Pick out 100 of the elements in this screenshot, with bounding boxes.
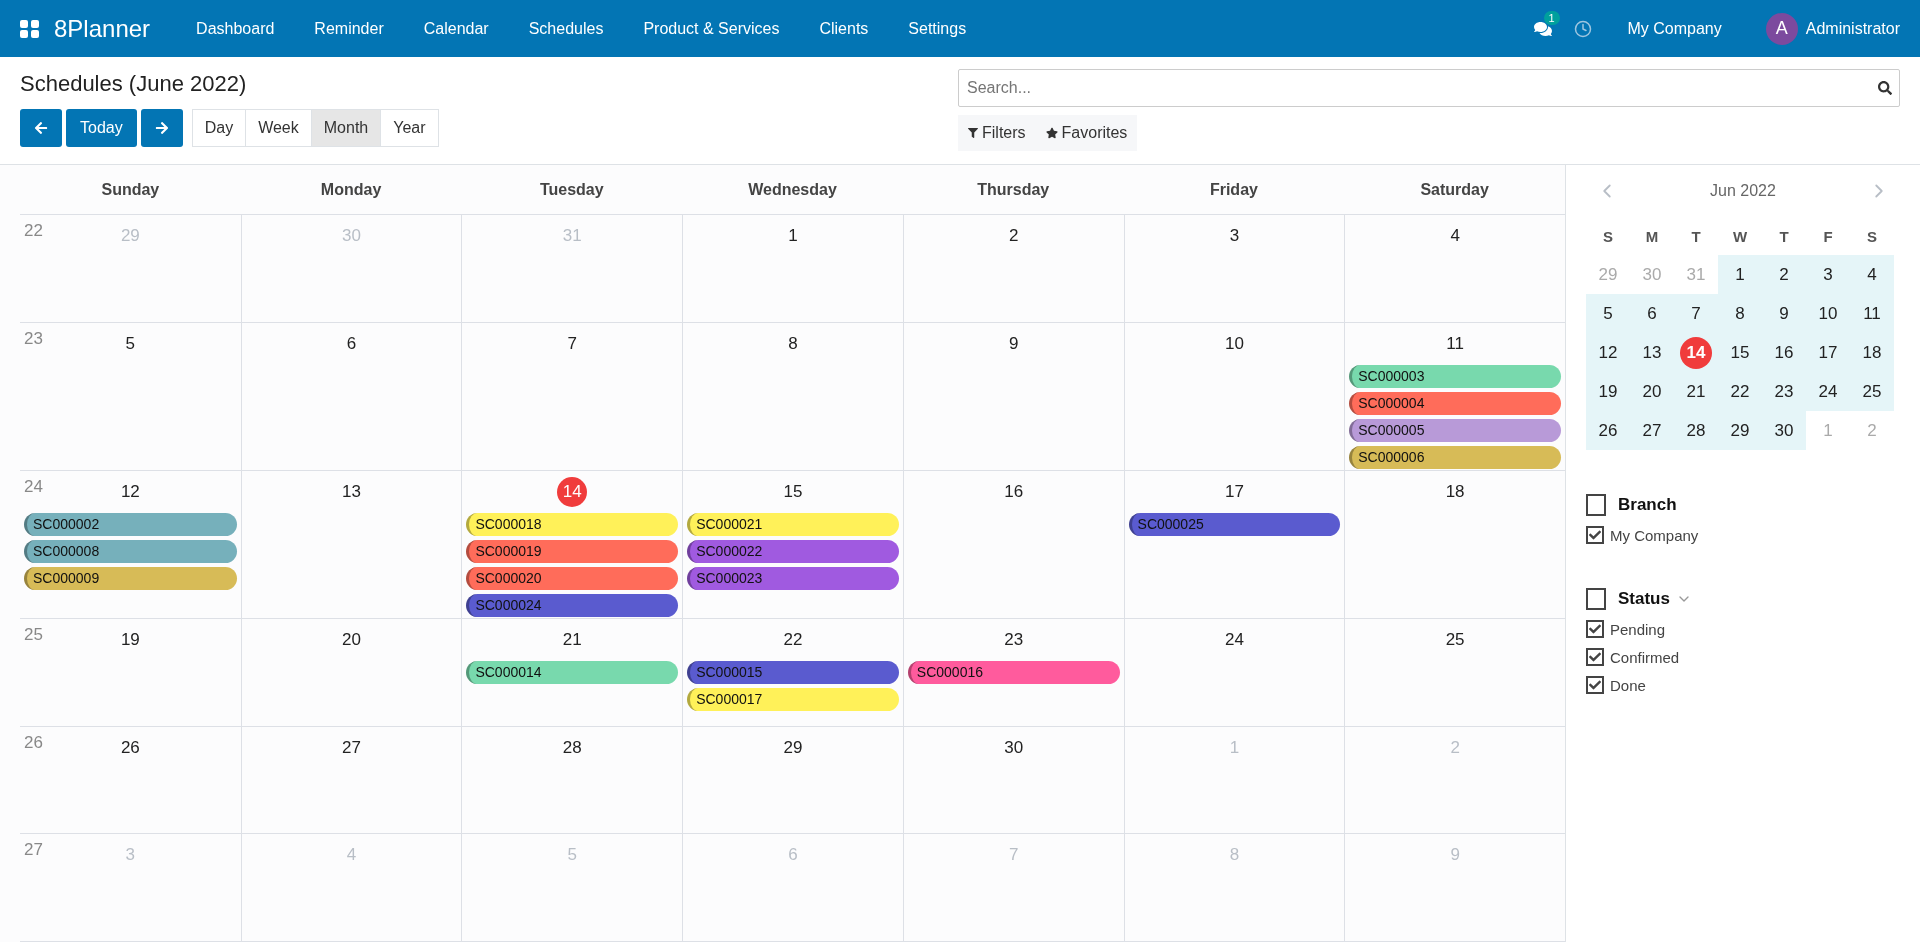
mini-calendar-day[interactable]: 1 [1718,255,1762,294]
app-brand[interactable]: 8Planner [54,14,151,43]
checkbox[interactable] [1586,526,1604,544]
view-tab[interactable]: Month [310,109,382,147]
view-tab[interactable]: Year [380,109,439,147]
nav-link[interactable]: Calendar [403,19,509,38]
day-cell[interactable]: 29 [682,726,903,834]
nav-link[interactable]: Clients [799,19,889,38]
mini-calendar-day[interactable]: 16 [1762,333,1806,372]
event-pill[interactable]: SC000022 [687,539,899,563]
mini-calendar-day[interactable]: 12 [1586,333,1630,372]
event-pill[interactable]: SC000018 [466,512,679,536]
mini-calendar-day[interactable]: 5 [1586,294,1630,333]
mini-calendar-day[interactable]: 22 [1718,372,1762,411]
day-cell[interactable]: 27 [240,726,462,834]
checkbox[interactable] [1586,676,1604,694]
event-pill[interactable]: SC000017 [687,688,899,712]
day-cell[interactable]: 28 [461,726,683,834]
day-cell[interactable]: 16 [902,470,1124,619]
mini-calendar-day[interactable]: 11 [1850,294,1894,333]
checkbox[interactable] [1586,494,1606,516]
mini-calendar-day[interactable]: 28 [1674,411,1718,450]
mini-calendar-day[interactable]: 23 [1762,372,1806,411]
mini-calendar-day[interactable]: 27 [1630,411,1674,450]
filters-button[interactable]: Filters [958,115,1036,151]
next-button[interactable] [140,109,183,147]
day-cell[interactable]: 8 [682,322,903,470]
mini-calendar-day[interactable]: 20 [1630,372,1674,411]
mini-calendar-day[interactable]: 9 [1762,294,1806,333]
day-cell[interactable]: 30 [902,726,1124,834]
mini-calendar-day[interactable]: 6 [1630,294,1674,333]
day-cell[interactable]: 23 SC000016 [902,619,1124,726]
mini-calendar-day[interactable]: 29 [1718,411,1762,450]
event-pill[interactable]: SC000005 [1349,418,1561,442]
mini-calendar-day[interactable]: 3 [1806,255,1850,294]
favorites-button[interactable]: Favorites [1035,115,1138,151]
day-cell[interactable]: 24 12 SC000002 SC000008 SC000009 [20,470,241,619]
checkbox[interactable] [1586,620,1604,638]
day-cell[interactable]: 4 [1344,215,1565,322]
event-pill[interactable]: SC000021 [687,512,899,536]
day-cell[interactable]: 25 [1344,619,1565,726]
nav-link[interactable]: Dashboard [176,19,295,38]
mini-calendar-day[interactable]: 10 [1806,294,1850,333]
search-field[interactable]: Search... [958,69,1900,107]
day-cell[interactable]: 14 SC000018 SC000019 SC000020 SC000024 [461,470,683,619]
checkbox[interactable] [1586,648,1604,666]
day-cell[interactable]: 25 19 [20,619,241,726]
day-cell[interactable]: 13 [240,470,462,619]
checkbox[interactable] [1586,588,1606,610]
event-pill[interactable]: SC000020 [466,566,679,590]
event-pill[interactable]: SC000002 [24,512,237,536]
mini-calendar-day[interactable]: 21 [1674,372,1718,411]
day-cell[interactable]: 20 [240,619,462,726]
day-cell[interactable]: 26 26 [20,726,241,834]
event-pill[interactable]: SC000003 [1349,364,1561,388]
mini-calendar-day[interactable]: 18 [1850,333,1894,372]
mini-calendar-day[interactable]: 25 [1850,372,1894,411]
event-pill[interactable]: SC000019 [466,539,679,563]
day-cell[interactable]: 6 [240,322,462,470]
view-tab[interactable]: Week [245,109,312,147]
mini-calendar-day[interactable]: 30 [1762,411,1806,450]
event-pill[interactable]: SC000016 [907,661,1120,685]
event-pill[interactable]: SC000014 [466,661,679,685]
event-pill[interactable]: SC000006 [1349,445,1561,469]
company-switcher[interactable]: My Company [1627,19,1722,38]
event-pill[interactable]: SC000023 [687,566,899,590]
day-cell[interactable]: 18 [1344,470,1565,619]
day-cell[interactable]: 22 SC000015 SC000017 [682,619,903,726]
view-tab[interactable]: Day [191,109,247,147]
mini-calendar-day[interactable]: 26 [1586,411,1630,450]
day-cell[interactable]: 11 SC000003 SC000004 SC000005 SC000006 [1344,322,1565,470]
nav-link[interactable]: Product & Services [623,19,800,38]
mini-calendar-day[interactable]: 2 [1762,255,1806,294]
day-cell[interactable]: 7 [461,322,683,470]
event-pill[interactable]: SC000008 [24,539,237,563]
mini-calendar-day[interactable]: 14 [1674,333,1718,372]
day-cell[interactable]: 2 [902,215,1124,322]
event-pill[interactable]: SC000004 [1349,391,1561,415]
day-cell[interactable]: 9 [902,322,1124,470]
nav-link[interactable]: Schedules [508,19,624,38]
clock-icon[interactable] [1573,19,1592,38]
apps-grid-icon[interactable] [20,18,40,39]
search-icon[interactable] [1878,81,1892,95]
nav-link[interactable]: Reminder [294,19,404,38]
day-cell[interactable]: 21 SC000014 [461,619,683,726]
mini-calendar-day[interactable]: 13 [1630,333,1674,372]
day-cell[interactable]: 23 5 [20,322,241,470]
today-button[interactable]: Today [66,109,137,147]
day-cell[interactable]: 24 [1123,619,1345,726]
mini-calendar-day[interactable]: 15 [1718,333,1762,372]
mini-calendar-day[interactable]: 24 [1806,372,1850,411]
day-cell[interactable]: 3 [1123,215,1345,322]
nav-link[interactable]: Settings [888,19,987,38]
previous-button[interactable] [20,109,62,147]
user-menu[interactable]: Administrator [1805,19,1900,38]
mini-calendar-day[interactable]: 7 [1674,294,1718,333]
event-pill[interactable]: SC000009 [24,566,237,590]
mini-calendar-day[interactable]: 17 [1806,333,1850,372]
day-cell[interactable]: 15 SC000021 SC000022 SC000023 [682,470,903,619]
mini-calendar-day[interactable]: 4 [1850,255,1894,294]
